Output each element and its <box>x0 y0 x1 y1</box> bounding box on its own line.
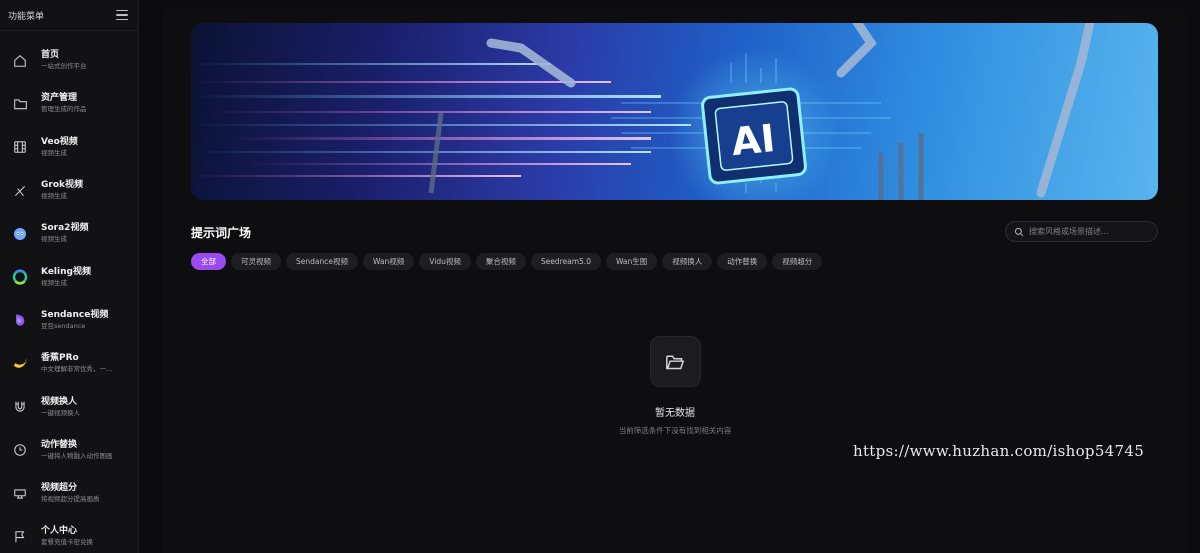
sidebar-item-label: 动作替换 <box>41 439 78 450</box>
watermark-text: https://www.huzhan.com/ishop54745 <box>853 442 1145 460</box>
sidebar-item-label: 香蕉PRo <box>41 353 79 364</box>
folder-open-icon <box>666 355 685 369</box>
filter-chip-aggregate[interactable]: 聚合视频 <box>475 253 526 270</box>
banner-ai-text: AI <box>729 116 777 164</box>
filter-chip-sendance[interactable]: Sendance视频 <box>286 253 358 270</box>
empty-state-subtitle: 当前筛选条件下没有找到相关内容 <box>618 426 732 435</box>
sidebar-item-desc: 一站式创作平台 <box>41 62 87 71</box>
sidebar-item-desc: 套餐充值卡密兑换 <box>41 538 93 547</box>
sidebar-item-assets[interactable]: 资产管理 管理生成的作品 <box>0 82 138 125</box>
sidebar-item-motion[interactable]: 动作替换 一键将人物融入动作图画 <box>0 429 138 472</box>
sidebar-item-sora[interactable]: Sora2视频 视频生成 <box>0 212 138 255</box>
sidebar-item-banana[interactable]: 香蕉PRo 中文理解非常优秀，一... <box>0 342 138 385</box>
clock-icon <box>10 440 30 460</box>
filter-chip-wan-video[interactable]: Wan视频 <box>362 253 415 270</box>
empty-state-title: 暂无数据 <box>655 408 695 419</box>
filter-chip-vidu[interactable]: Vidu视频 <box>419 253 471 270</box>
sidebar-item-grok[interactable]: Grok视频 视频生成 <box>0 169 138 212</box>
film-icon <box>10 137 30 157</box>
sidebar-item-label: Keling视频 <box>41 266 91 277</box>
sidebar-item-desc: 视频生成 <box>41 235 67 244</box>
search-box[interactable] <box>1005 221 1158 242</box>
sidebar-item-desc: 管理生成的作品 <box>41 105 87 114</box>
home-icon <box>10 51 30 71</box>
banana-icon <box>10 354 30 374</box>
filter-chip-upscale[interactable]: 视频超分 <box>772 253 823 270</box>
sidebar-item-desc: 中文理解非常优秀，一... <box>41 365 113 374</box>
sidebar-item-label: Sora2视频 <box>41 223 89 234</box>
sidebar-item-label: 首页 <box>41 50 60 61</box>
sidebar-item-desc: 豆包sendance <box>41 321 86 330</box>
sidebar-item-upscale[interactable]: 视频超分 将视频超分提高画质 <box>0 472 138 515</box>
filter-chips: 全部 可灵视频 Sendance视频 Wan视频 Vidu视频 聚合视频 See… <box>191 253 823 270</box>
menu-toggle-icon[interactable] <box>116 10 128 20</box>
sidebar-item-label: 个人中心 <box>41 526 78 537</box>
filter-chip-seedream[interactable]: Seedream5.0 <box>530 253 601 270</box>
sidebar-item-sendance[interactable]: Sendance视频 豆包sendance <box>0 299 138 342</box>
sidebar-item-desc: 视频生成 <box>41 148 67 157</box>
folder-icon <box>10 94 30 114</box>
sidebar-item-desc: 一键将人物融入动作图画 <box>41 451 113 460</box>
filter-chip-keling[interactable]: 可灵视频 <box>231 253 281 270</box>
sidebar-header: 功能菜单 <box>0 0 138 31</box>
sora-icon <box>10 224 30 244</box>
hero-banner: AI <box>191 23 1158 200</box>
sidebar: 功能菜单 首页 一站式创作平台 资产管理 管理生成的作品 Veo视频 视频生成 … <box>0 0 139 553</box>
sidebar-item-profile[interactable]: 个人中心 套餐充值卡密兑换 <box>0 515 138 553</box>
upscale-icon <box>10 484 30 504</box>
main-panel: AI 提示词广场 全部 可灵视频 Sendance视频 Wan视频 Vidu视频… <box>162 8 1188 553</box>
flag-icon <box>10 527 30 547</box>
sidebar-item-desc: 视频生成 <box>41 192 67 201</box>
sidebar-item-label: 视频超分 <box>41 483 78 494</box>
filter-chip-wan-image[interactable]: Wan生图 <box>605 253 658 270</box>
empty-state: 暂无数据 当前筛选条件下没有找到相关内容 <box>162 336 1188 436</box>
sidebar-item-desc: 一键视频换人 <box>41 408 80 417</box>
banner-illustration: AI <box>191 23 1095 200</box>
search-input[interactable] <box>1029 227 1149 236</box>
keling-icon <box>10 267 30 287</box>
sendance-icon <box>10 310 30 330</box>
page-title: 提示词广场 <box>191 226 252 240</box>
sidebar-item-desc: 视频生成 <box>41 278 67 287</box>
app: 功能菜单 首页 一站式创作平台 资产管理 管理生成的作品 Veo视频 视频生成 … <box>0 0 1200 553</box>
sidebar-title: 功能菜单 <box>8 11 45 22</box>
sidebar-nav: 首页 一站式创作平台 资产管理 管理生成的作品 Veo视频 视频生成 Grok视… <box>0 31 138 553</box>
sidebar-item-label: Veo视频 <box>41 136 78 147</box>
filter-chip-all[interactable]: 全部 <box>191 253 226 270</box>
filter-chip-face-swap[interactable]: 视频换人 <box>662 253 713 270</box>
magnet-icon <box>10 397 30 417</box>
sidebar-item-desc: 将视频超分提高画质 <box>41 495 100 504</box>
search-icon <box>1014 227 1024 236</box>
empty-state-icon-box <box>649 336 701 387</box>
sidebar-item-veo[interactable]: Veo视频 视频生成 <box>0 126 138 169</box>
sidebar-item-label: 资产管理 <box>41 93 78 104</box>
sidebar-item-label: Grok视频 <box>41 180 83 191</box>
sidebar-item-face-swap[interactable]: 视频换人 一键视频换人 <box>0 385 138 428</box>
sidebar-item-keling[interactable]: Keling视频 视频生成 <box>0 255 138 298</box>
sidebar-item-label: 视频换人 <box>41 396 78 407</box>
sidebar-item-label: Sendance视频 <box>41 309 109 320</box>
grok-icon <box>10 181 30 201</box>
sidebar-item-home[interactable]: 首页 一站式创作平台 <box>0 39 138 82</box>
filter-chip-motion[interactable]: 动作替换 <box>717 253 768 270</box>
